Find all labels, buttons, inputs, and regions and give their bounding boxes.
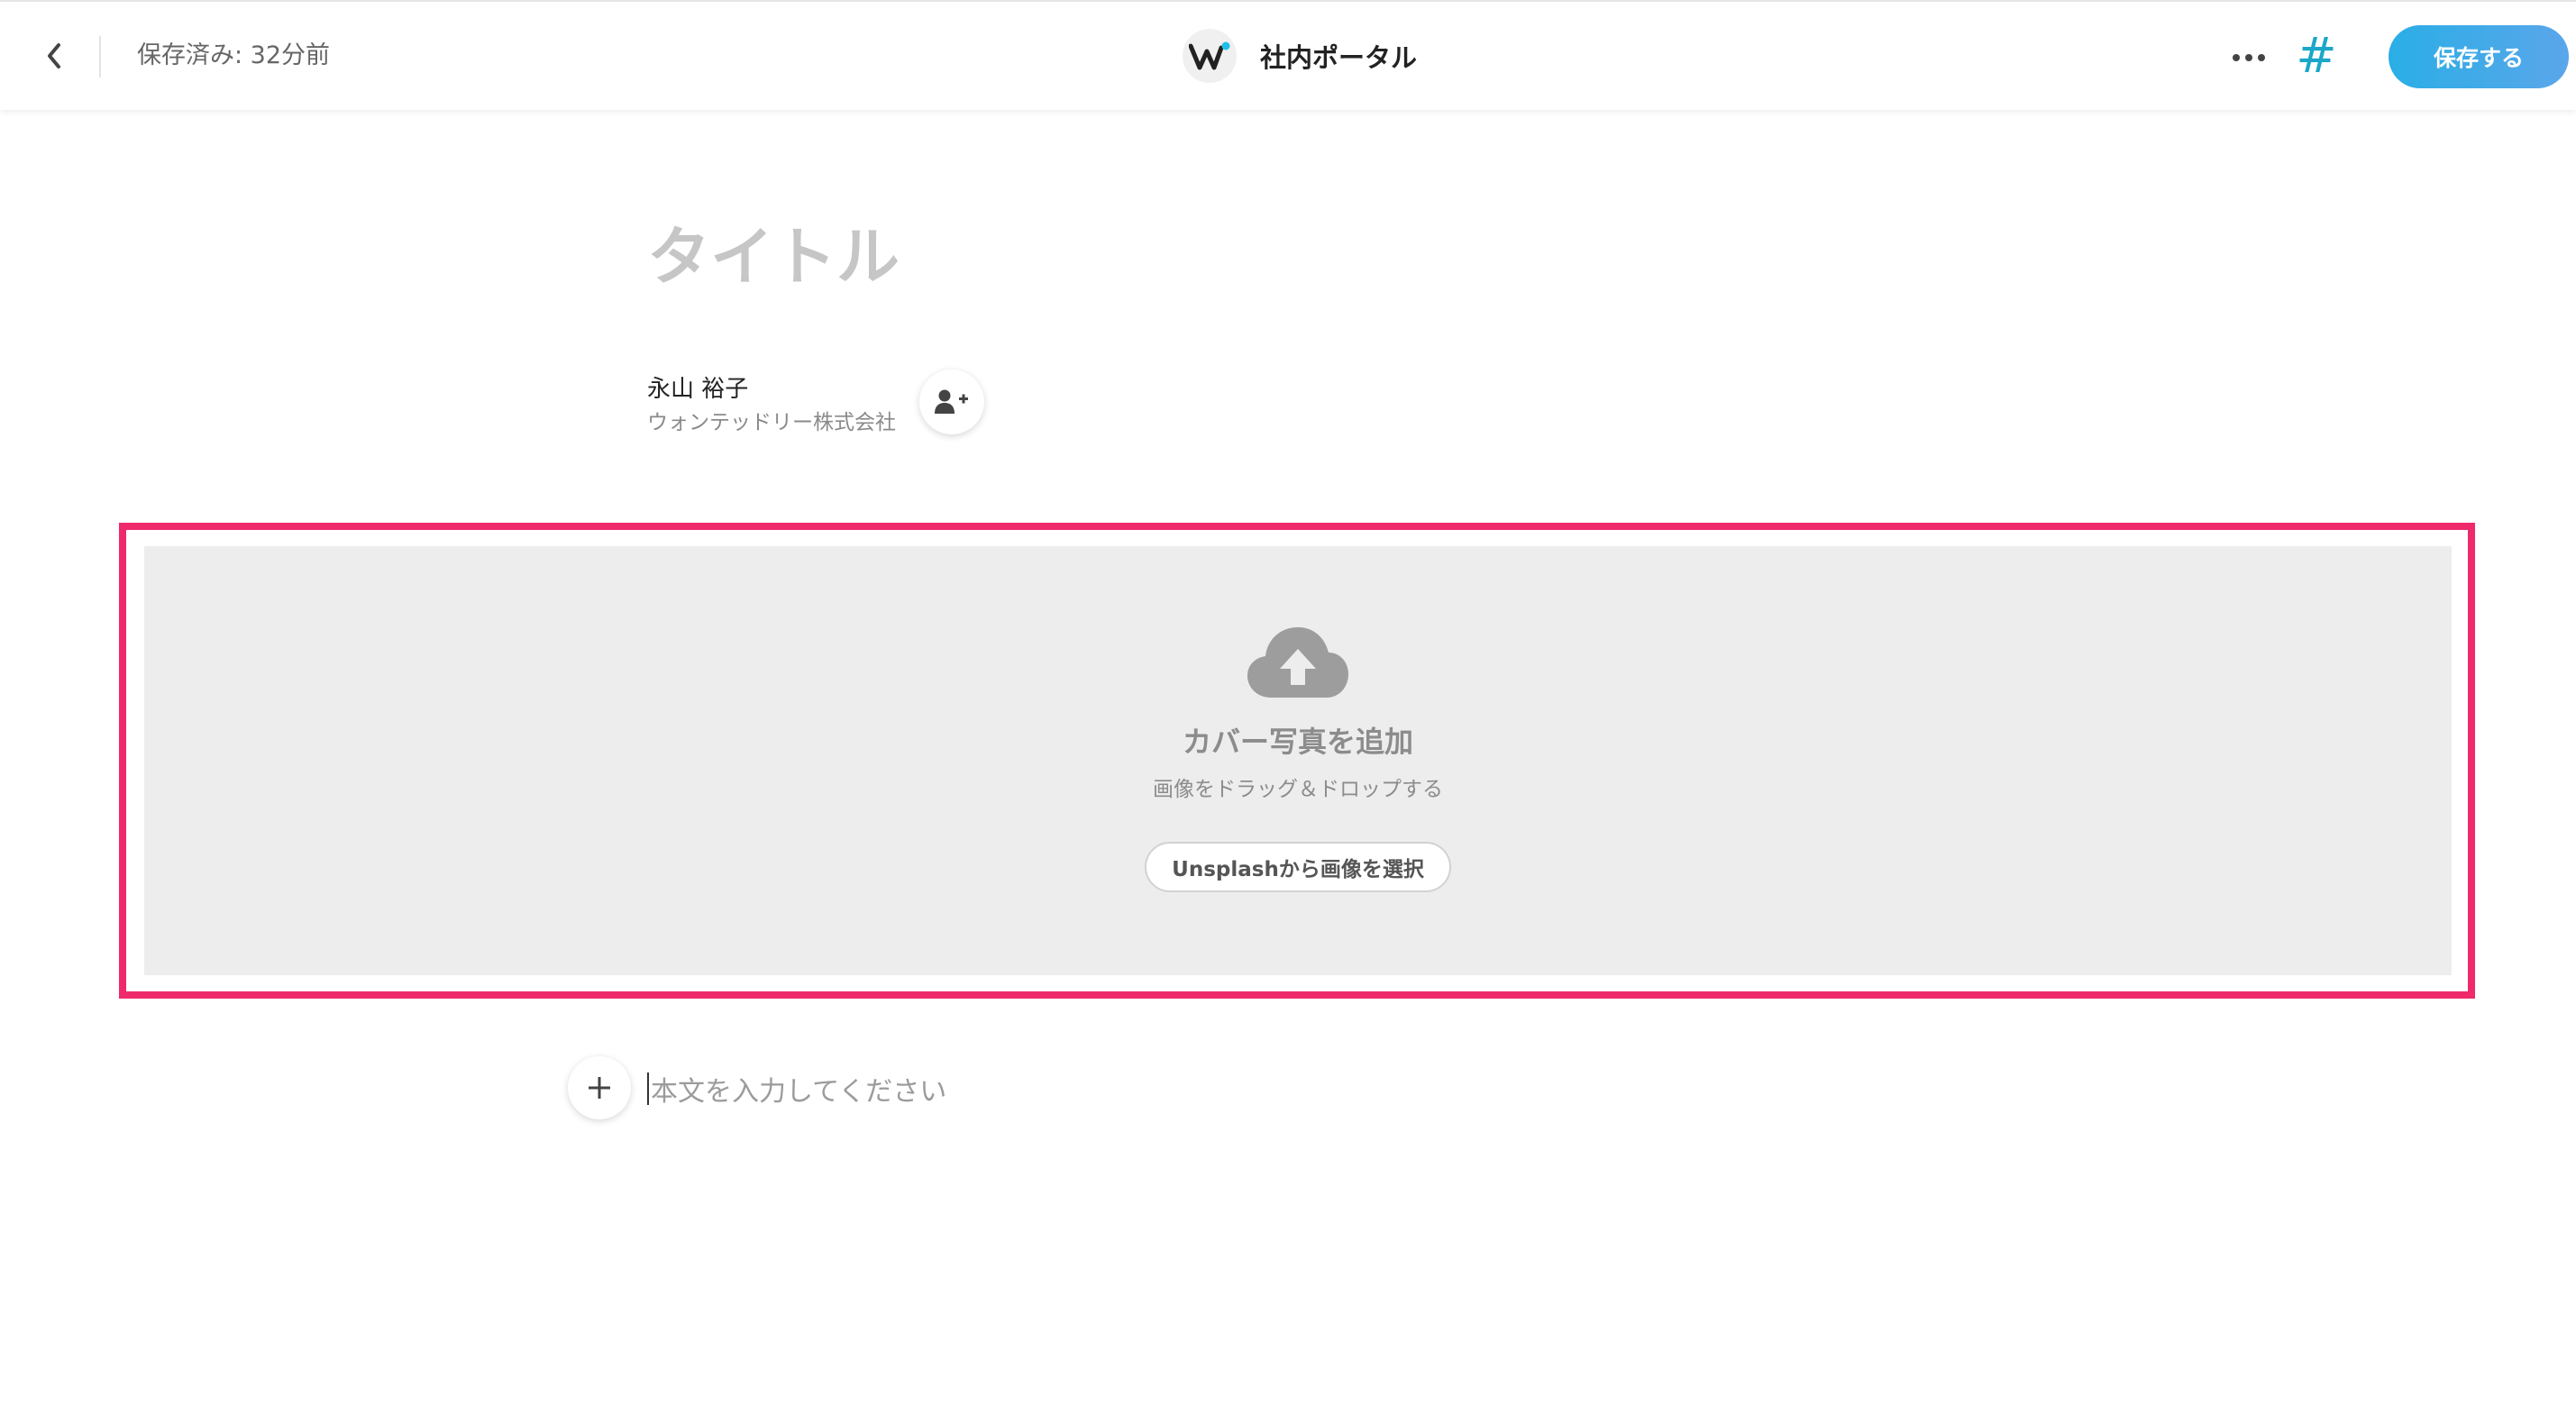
cover-title: カバー写真を追加 (1182, 725, 1413, 759)
body-input[interactable]: 本文を入力してください (647, 1069, 1999, 1109)
header-bar: 保存済み: 32分前 社内ポータル # 保存する (0, 0, 2576, 110)
unsplash-select-button[interactable]: Unsplashから画像を選択 (1145, 842, 1451, 892)
author-name: 永山 裕子 (647, 376, 749, 403)
brand-name: 社内ポータル (1260, 42, 1418, 73)
title-input[interactable]: タイトル (647, 216, 1909, 297)
cover-subtitle: 画像をドラッグ＆ドロップする (1153, 778, 1443, 801)
save-button[interactable]: 保存する (2389, 25, 2569, 88)
more-options-button[interactable] (2228, 41, 2270, 74)
add-user-icon (935, 389, 968, 414)
author-info: 永山 裕子 ウォンテッドリー株式会社 (647, 373, 896, 438)
brand: 社内ポータル (1183, 29, 1417, 83)
cloud-upload-icon (1247, 627, 1348, 698)
add-author-button[interactable] (919, 370, 984, 434)
chevron-left-icon (48, 43, 60, 68)
add-block-button[interactable] (568, 1056, 631, 1119)
save-status: 保存済み: 32分前 (137, 41, 331, 69)
plus-icon (589, 1077, 610, 1099)
more-horizontal-icon (2233, 54, 2265, 61)
wantedly-logo-icon (1183, 29, 1237, 83)
header-divider (99, 36, 101, 78)
editor-page: 保存済み: 32分前 社内ポータル # 保存する タイトル 永山 裕子 ウォンテ… (0, 0, 2576, 1424)
body-placeholder: 本文を入力してください (651, 1076, 947, 1108)
text-caret (647, 1073, 649, 1105)
hashtag-button[interactable]: # (2296, 27, 2336, 85)
back-button[interactable] (32, 34, 76, 78)
author-company: ウォンテッドリー株式会社 (647, 411, 896, 434)
